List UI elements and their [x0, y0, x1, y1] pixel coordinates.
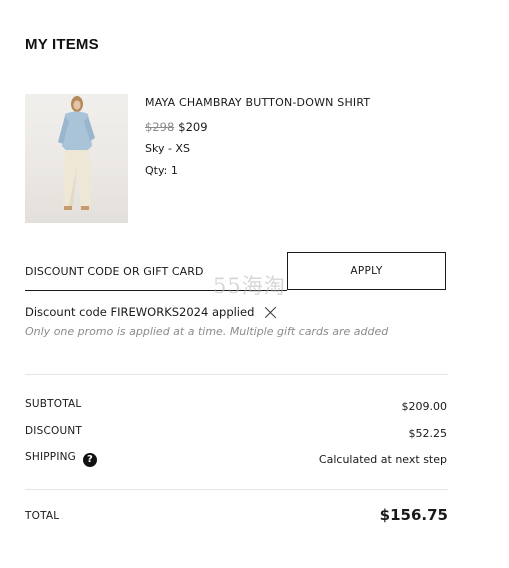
pants-shape — [63, 150, 91, 206]
shipping-label: SHIPPING? — [25, 451, 98, 467]
product-quantity: Qty: 1 — [145, 164, 178, 177]
subtotal-value: $209.00 — [401, 400, 448, 413]
product-price: $298 $209 — [145, 120, 208, 134]
summary-divider-bottom — [25, 489, 448, 490]
apply-discount-button[interactable]: APPLY — [287, 252, 446, 290]
product-name[interactable]: MAYA CHAMBRAY BUTTON-DOWN SHIRT — [145, 96, 370, 109]
applied-discount-message: Discount code FIREWORKS2024 applied — [25, 305, 277, 319]
help-icon[interactable]: ? — [83, 453, 98, 467]
sale-price: $209 — [178, 120, 208, 134]
product-photo-illustration — [58, 96, 95, 210]
product-variant: Sky - XS — [145, 142, 190, 155]
applied-discount-text: Discount code FIREWORKS2024 applied — [25, 305, 255, 319]
subtotal-label: SUBTOTAL — [25, 398, 82, 410]
summary-divider-top — [25, 374, 448, 375]
page-title: MY ITEMS — [25, 36, 99, 53]
original-price: $298 — [145, 120, 175, 134]
left-shoe — [64, 206, 72, 210]
watermark: 55海淘 — [213, 274, 286, 298]
product-image[interactable] — [25, 94, 128, 223]
shipping-value: Calculated at next step — [318, 453, 447, 466]
total-label: TOTAL — [25, 510, 60, 522]
promo-note: Only one promo is applied at a time. Mul… — [25, 325, 389, 338]
discount-label: DISCOUNT — [25, 425, 82, 437]
total-value: $156.75 — [379, 506, 448, 524]
right-shoe — [81, 206, 89, 210]
discount-code-input-label[interactable]: DISCOUNT CODE OR GIFT CARD — [25, 265, 204, 278]
close-icon[interactable] — [264, 306, 277, 319]
discount-value: $52.25 — [408, 427, 448, 440]
shipping-label-text: SHIPPING — [25, 451, 77, 463]
model-face — [73, 100, 81, 110]
